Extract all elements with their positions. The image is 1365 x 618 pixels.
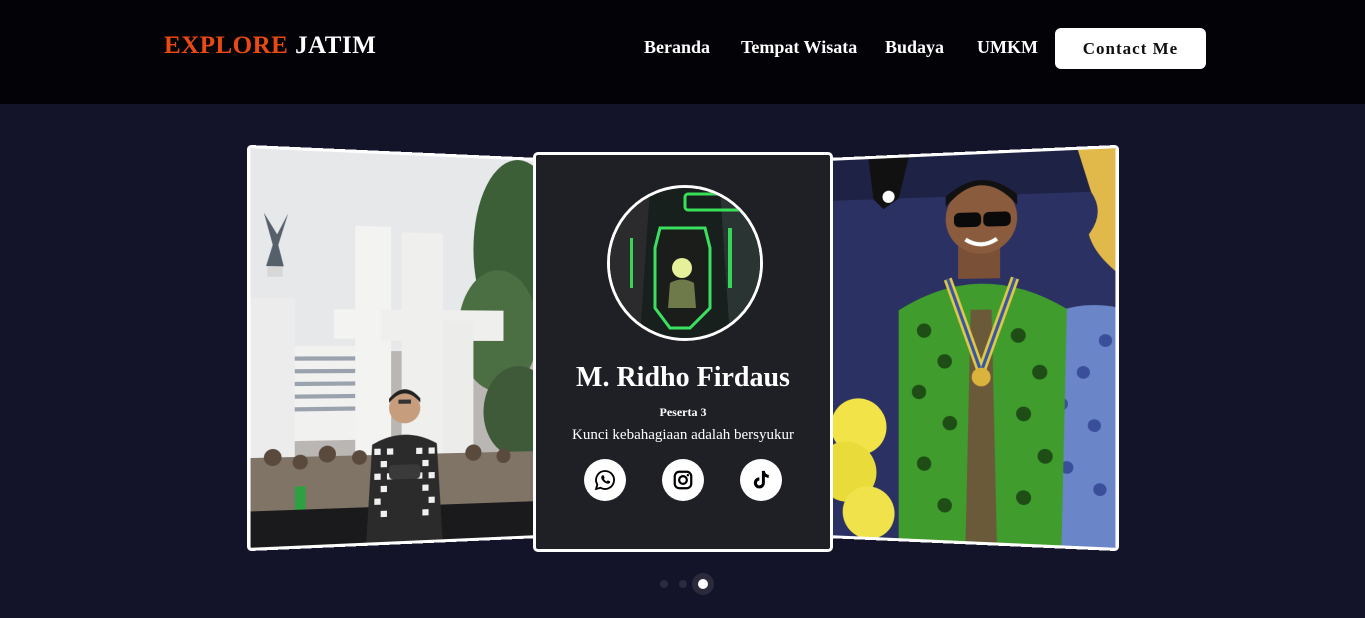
carousel-dot-1[interactable] (660, 580, 668, 588)
active-dot-indicator (698, 579, 708, 589)
brand-rest: JATIM (295, 32, 377, 59)
nav-tempat-wisata[interactable]: Tempat Wisata (741, 37, 857, 58)
person-photo-right (828, 147, 1119, 552)
avatar-photo (610, 188, 760, 338)
person-photo-left (250, 148, 541, 552)
whatsapp-icon (594, 470, 615, 491)
nav-umkm[interactable]: UMKM (977, 37, 1038, 58)
carousel-card-next[interactable] (826, 144, 1119, 552)
carousel-dot-3-active[interactable] (692, 573, 714, 595)
avatar (607, 185, 763, 341)
person-name: M. Ridho Firdaus (576, 362, 790, 393)
carousel-dot-2[interactable] (679, 580, 687, 588)
person-quote: Kunci kebahagiaan adalah bersyukur (572, 427, 794, 443)
whatsapp-button[interactable] (584, 459, 626, 501)
carousel-card-active: M. Ridho Firdaus Peserta 3 Kunci kebahag… (533, 152, 833, 552)
instagram-button[interactable] (662, 459, 704, 501)
instagram-icon (673, 470, 693, 490)
nav-beranda[interactable]: Beranda (644, 37, 710, 58)
tiktok-button[interactable] (740, 459, 782, 501)
contact-me-button[interactable]: Contact Me (1055, 28, 1206, 69)
tiktok-icon (753, 470, 769, 489)
person-role: Peserta 3 (659, 405, 707, 419)
nav-budaya[interactable]: Budaya (885, 37, 944, 58)
brand-logo[interactable]: EXPLORE JATIM (164, 32, 376, 60)
brand-accent: EXPLORE (164, 32, 289, 59)
carousel-card-previous[interactable] (247, 144, 541, 552)
navbar: EXPLORE JATIM Beranda Tempat Wisata Buda… (0, 0, 1365, 104)
